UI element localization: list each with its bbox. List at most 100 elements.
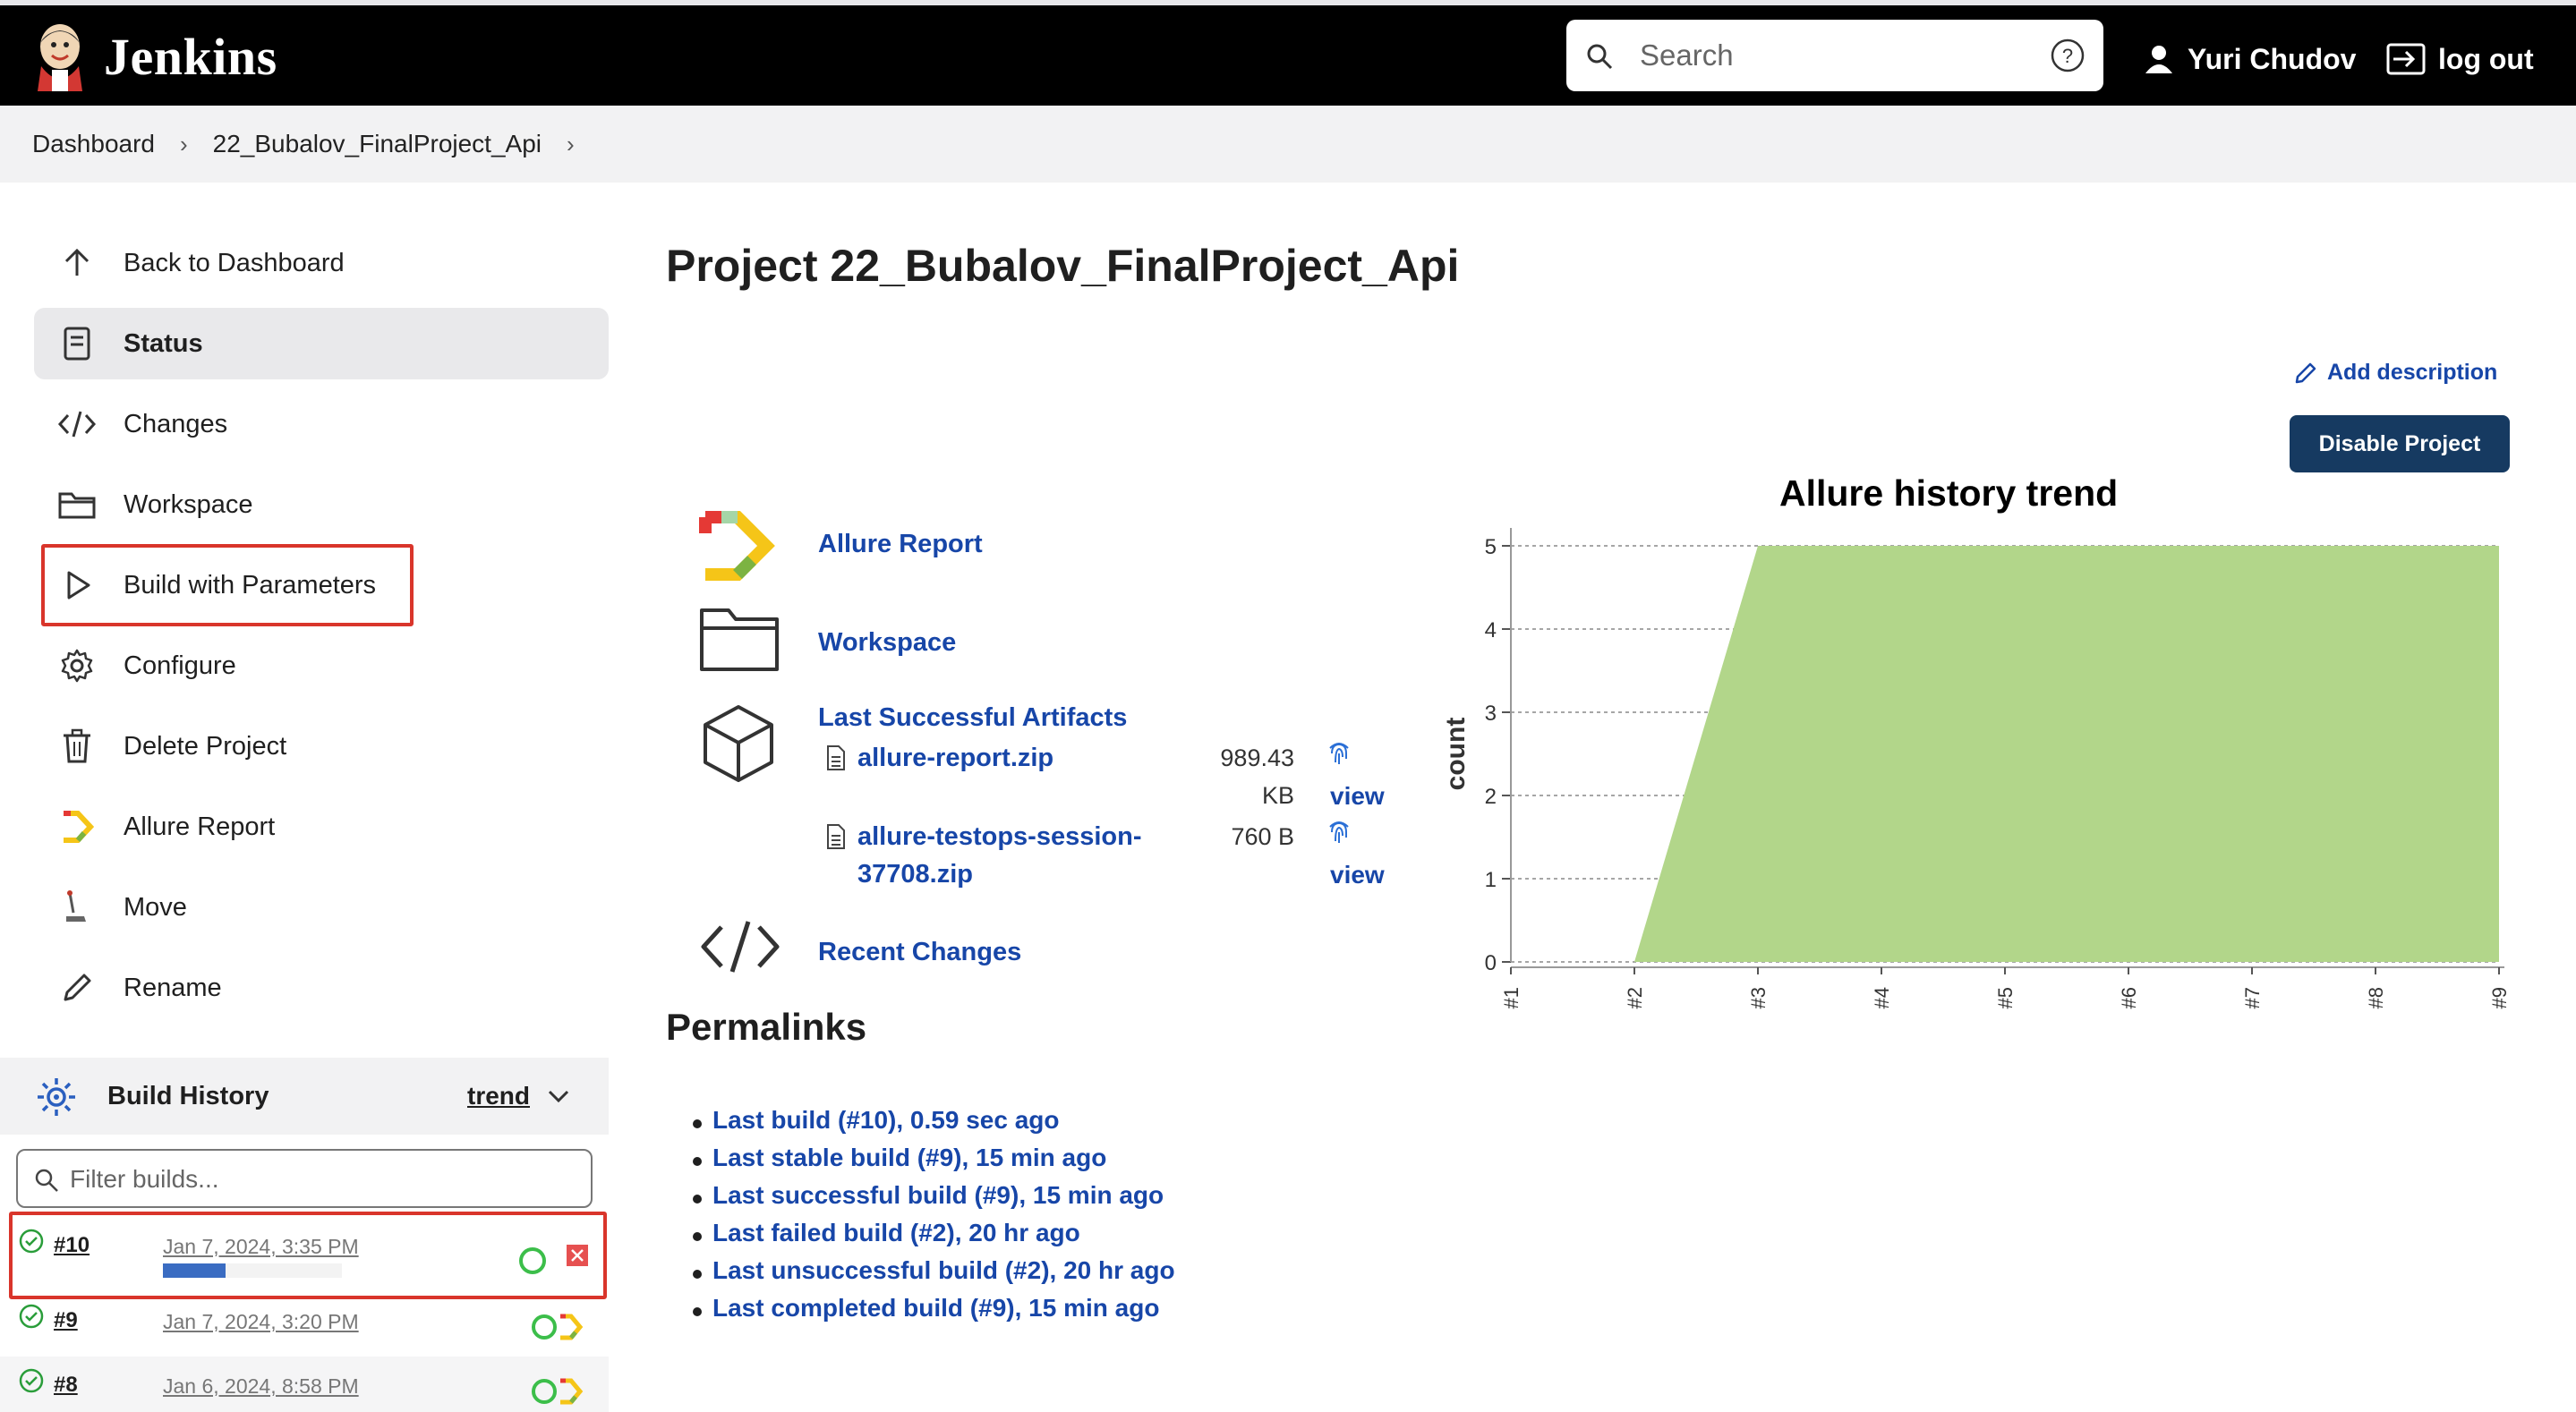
sidebar-item-label: Move [124,892,187,922]
success-icon [19,1368,44,1393]
sidebar-item-label: Allure Report [124,812,276,841]
sidebar-item-rename[interactable]: Rename [34,952,609,1024]
search-icon [35,1169,58,1192]
artifact-name-line: 37708.zip [857,860,973,889]
sidebar-item-delete-project[interactable]: Delete Project [34,710,609,782]
breadcrumb-dashboard[interactable]: Dashboard [32,130,155,158]
sidebar-item-status[interactable]: Status [34,308,609,379]
breadcrumb: Dashboard › 22_Bubalov_FinalProject_Api … [0,106,2576,183]
search-input[interactable] [1640,32,1998,79]
x-tick-label: #6 [2118,987,2140,1008]
page-title: Project 22_Bubalov_FinalProject_Api [666,241,1460,291]
document-icon [57,324,97,363]
chevron-right-icon: › [179,130,188,157]
user-link[interactable]: Yuri Chudov [2143,41,2356,77]
permalink-item[interactable]: Last successful build (#9), 15 min ago [693,1181,1175,1219]
file-icon [827,745,845,770]
sidebar-item-back-to-dashboard[interactable]: Back to Dashboard [34,227,609,299]
sidebar-item-label: Changes [124,409,228,438]
highlight-box-build-with-parameters [41,544,414,626]
chevron-right-icon[interactable]: › [567,131,575,158]
disable-project-button[interactable]: Disable Project [2290,415,2510,472]
build-date-link[interactable]: Jan 7, 2024, 3:20 PM [163,1310,359,1334]
view-fingerprint-link[interactable]: view [1330,861,1385,889]
add-description-link[interactable]: Add description [2293,360,2497,386]
artifact-size-line: KB [1261,782,1294,809]
artifact-size: 989.43 KB [1181,739,1294,814]
y-tick-label: 2 [1485,785,1497,809]
x-tick-label: #1 [1500,987,1523,1008]
allure-trend-chart[interactable]: 0 1 2 3 4 5 #1 #2 #3 #4 #5 #6 #7 #8 #9 count [1432,510,2533,1011]
sidebar-item-allure-report[interactable]: Allure Report [34,791,609,863]
file-icon [827,824,845,849]
sidebar-item-changes[interactable]: Changes [34,388,609,460]
chart-area-series[interactable] [1634,546,2499,962]
sidebar-item-configure[interactable]: Configure [34,630,609,702]
x-tick-label: #9 [2488,987,2511,1008]
chart-title: Allure history trend [1779,472,2119,514]
build-date-link[interactable]: Jan 6, 2024, 8:58 PM [163,1374,359,1399]
permalink-item[interactable]: Last failed build (#2), 20 hr ago [693,1219,1175,1256]
workspace-link[interactable]: Workspace [818,628,956,658]
logout-icon [2386,43,2426,75]
x-tick-label: #3 [1747,987,1770,1008]
sidebar-item-label: Back to Dashboard [124,248,345,277]
permalink-item[interactable]: Last build (#10), 0.59 sec ago [693,1106,1175,1144]
allure-report-link[interactable]: Allure Report [818,530,983,559]
artifact-name-line: allure-testops-session- [857,822,1142,851]
allure-build-icon[interactable] [530,1376,587,1407]
filter-builds-input[interactable] [70,1161,571,1197]
jenkins-brand[interactable]: Jenkins [104,27,277,87]
sidebar-item-move[interactable]: Move [34,872,609,943]
build-number-link[interactable]: #8 [54,1373,78,1398]
build-row[interactable]: #9 Jan 7, 2024, 3:20 PM [0,1292,609,1357]
search-box[interactable]: ? [1566,20,2103,91]
logout-link[interactable]: log out [2386,39,2534,79]
breadcrumb-project[interactable]: 22_Bubalov_FinalProject_Api [213,130,542,158]
x-tick-label: #4 [1871,987,1893,1008]
sidebar-item-label: Configure [124,651,236,680]
build-history-title: Build History [107,1081,269,1110]
artifact-size-line: 760 B [1231,823,1294,850]
top-header: Jenkins ? Yuri Chudov log out [0,0,2576,106]
user-name: Yuri Chudov [2188,42,2357,75]
build-row[interactable]: #8 Jan 6, 2024, 8:58 PM [0,1357,609,1412]
filter-builds-box[interactable] [16,1149,593,1208]
recent-changes-link[interactable]: Recent Changes [818,938,1021,967]
view-fingerprint-link[interactable]: view [1330,782,1385,811]
build-history-header: Build History trend [0,1058,609,1135]
permalink-item[interactable]: Last stable build (#9), 15 min ago [693,1144,1175,1181]
fingerprint-icon[interactable] [1326,739,1352,768]
sidebar-item-label: Status [124,328,203,358]
artifact-link[interactable]: allure-testops-session- 37708.zip [857,818,1141,893]
add-description-label: Add description [2327,360,2498,385]
y-tick-label: 4 [1485,618,1497,642]
sidebar-item-label: Workspace [124,489,253,519]
pencil-icon [2295,362,2316,383]
sidebar-item-workspace[interactable]: Workspace [34,469,609,540]
sidebar-item-label: Rename [124,973,222,1002]
help-icon[interactable]: ? [2050,38,2086,73]
permalink-item[interactable]: Last unsuccessful build (#2), 20 hr ago [693,1256,1175,1294]
arrow-up-icon [57,243,97,283]
sidebar-item-label: Delete Project [124,731,287,761]
gear-icon [57,646,97,685]
trend-link[interactable]: trend [467,1082,530,1110]
artifact-size-line: 989.43 [1220,744,1294,771]
allure-icon [57,807,97,846]
permalink-item[interactable]: Last completed build (#9), 15 min ago [693,1294,1175,1331]
last-successful-artifacts-link[interactable]: Last Successful Artifacts [818,703,1127,733]
allure-build-icon[interactable] [530,1312,587,1342]
pencil-icon [57,968,97,1008]
jenkins-logo-icon[interactable] [32,20,88,91]
user-icon [2145,46,2172,73]
chevron-down-icon[interactable] [548,1088,569,1104]
folder-icon [57,485,97,524]
build-number-link[interactable]: #9 [54,1308,78,1333]
artifact-link[interactable]: allure-report.zip [857,739,1053,777]
fingerprint-icon[interactable] [1326,818,1352,846]
x-tick-label: #7 [2241,987,2264,1008]
y-tick-label: 5 [1485,535,1497,559]
x-tick-label: #8 [2365,987,2387,1008]
logout-label: log out [2438,42,2534,75]
